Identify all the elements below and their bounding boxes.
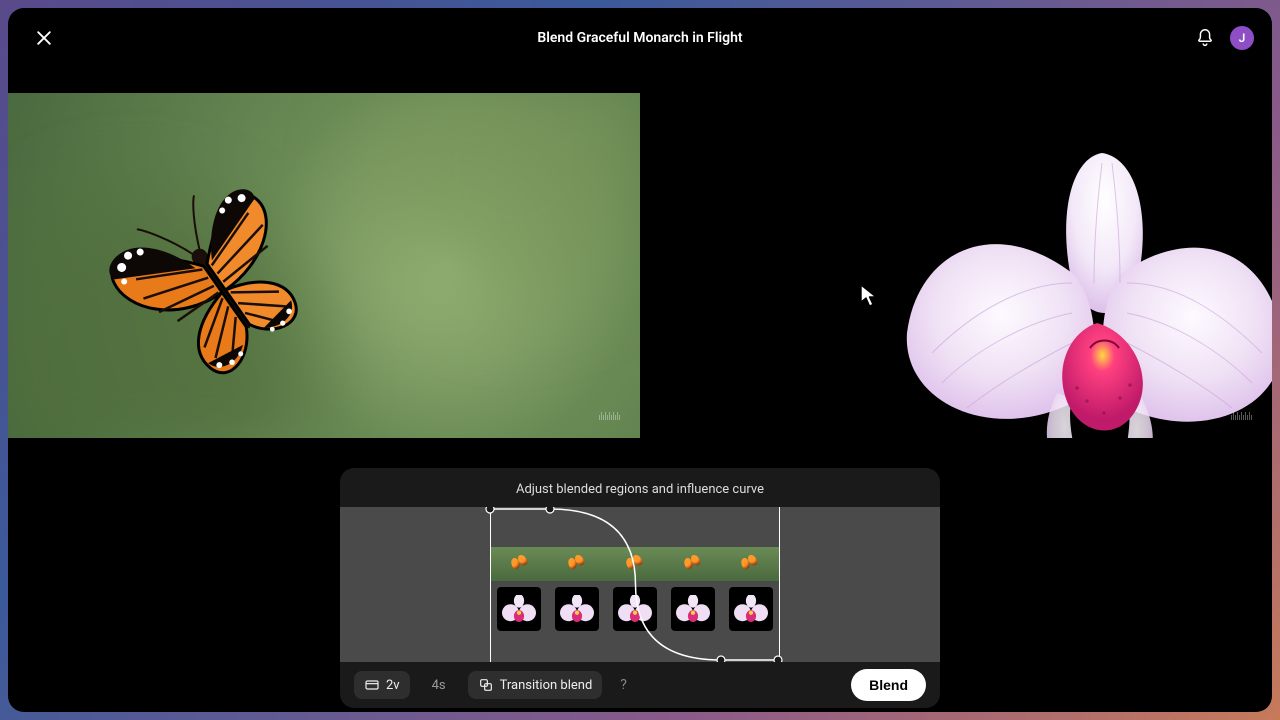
track-b-thumb [729,587,773,631]
track-b-thumb [671,587,715,631]
curve-handle[interactable] [546,507,554,513]
curve-handle[interactable] [486,507,494,513]
blend-panel: Adjust blended regions and influence cur… [340,468,940,708]
help-button[interactable]: ? [614,673,633,697]
track-a-thumb [491,547,549,581]
notifications-button[interactable] [1194,27,1216,49]
region-bounds[interactable] [490,507,780,662]
track-source-a[interactable] [491,547,779,581]
track-b-thumb [555,587,599,631]
close-icon [34,28,54,48]
track-source-b[interactable] [491,587,779,631]
blend-button[interactable]: Blend [851,669,926,701]
avatar[interactable]: J [1230,26,1254,50]
header-actions: J [1194,26,1254,50]
bottom-bar: 2v 4s Transition blend ? Blend [340,662,940,708]
header: Blend Graceful Monarch in Flight J [8,8,1272,68]
track-a-thumb [549,547,607,581]
video-count-label: 2v [386,678,400,693]
curve-handle[interactable] [717,656,725,662]
preview-source-a[interactable] [8,93,640,438]
close-button[interactable] [34,28,54,48]
blend-mode-icon [478,677,494,693]
timeline[interactable] [340,507,940,662]
panel-title: Adjust blended regions and influence cur… [340,468,940,507]
video-count-chip[interactable]: 2v [354,671,410,699]
preview-source-b[interactable] [640,93,1272,438]
butterfly-image [108,143,328,423]
watermark [1231,412,1252,420]
avatar-initial: J [1239,31,1246,45]
blend-mode-label: Transition blend [500,678,593,693]
bell-icon [1194,27,1216,49]
app-frame: Blend Graceful Monarch in Flight J [8,8,1272,712]
track-a-thumb [721,547,779,581]
page-title: Blend Graceful Monarch in Flight [8,30,1272,46]
track-b-thumb [497,587,541,631]
curve-handle[interactable] [774,656,782,662]
watermark [599,412,620,420]
preview-row [8,93,1272,438]
media-icon [364,677,380,693]
orchid-image [872,123,1272,438]
track-b-thumb [613,587,657,631]
duration-label: 4s [422,672,456,699]
blend-mode-chip[interactable]: Transition blend [468,671,603,699]
track-a-thumb [664,547,722,581]
track-a-thumb [606,547,664,581]
